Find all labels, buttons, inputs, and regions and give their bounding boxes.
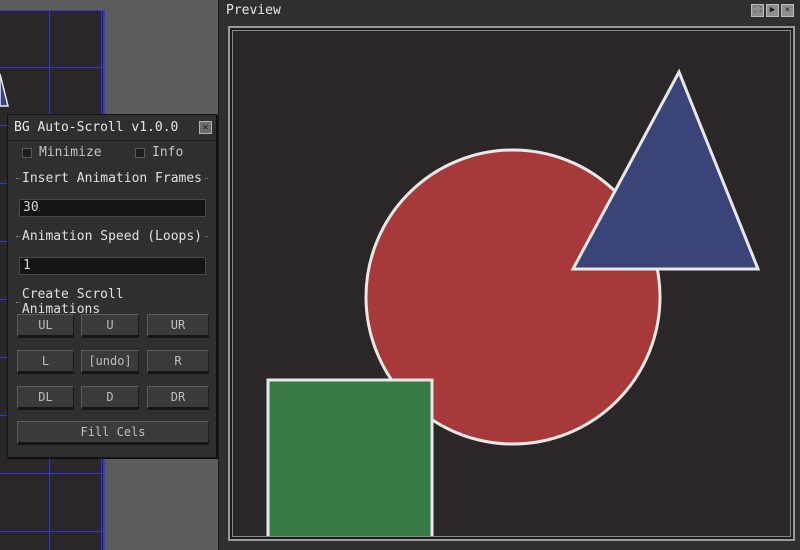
info-checkbox[interactable] [135,147,145,158]
scroll-section-label: Create Scroll Animations [21,287,124,317]
frames-section-label: Insert Animation Frames [22,171,203,186]
scroll-down-button[interactable]: D [81,386,139,410]
preview-frame [228,26,795,541]
scroll-down-left-button[interactable]: DL [17,386,74,410]
minimize-checkbox-row[interactable]: Minimize [22,145,102,160]
scroll-right-button[interactable]: R [147,350,209,374]
section-divider [16,301,20,303]
preview-titlebar[interactable]: Preview ⛶ ▶ ✕ [219,0,800,20]
section-divider [205,178,208,179]
scroll-up-right-button[interactable]: UR [147,314,209,338]
scroll-up-button[interactable]: U [81,314,139,338]
section-divider [205,236,208,237]
section-divider [16,178,20,179]
undo-button[interactable]: [undo] [81,350,139,374]
speed-section-label: Animation Speed (Loops) [22,229,203,244]
fullscreen-icon[interactable]: ⛶ [751,3,764,17]
close-icon[interactable]: ✕ [781,3,794,17]
bg-auto-scroll-dialog: BG Auto-Scroll v1.0.0 ✕ Minimize Info In… [7,114,217,458]
scroll-left-button[interactable]: L [17,350,74,374]
section-divider [16,236,20,237]
grid-top-line [0,10,105,11]
minimize-checkbox[interactable] [22,147,32,158]
play-icon[interactable]: ▶ [766,3,779,17]
dialog-titlebar[interactable]: BG Auto-Scroll v1.0.0 ✕ [8,115,216,141]
preview-title: Preview [226,2,281,18]
scroll-section-header: Create Scroll Animations [16,287,208,317]
info-checkbox-row[interactable]: Info [135,145,183,160]
dialog-title: BG Auto-Scroll v1.0.0 [14,120,179,135]
blue-triangle-shape [570,68,761,271]
frames-input[interactable]: 30 [19,199,206,217]
minimize-label: Minimize [39,145,102,160]
preview-panel: Preview ⛶ ▶ ✕ [218,0,800,550]
scroll-up-left-button[interactable]: UL [17,314,74,338]
scroll-down-right-button[interactable]: DR [147,386,209,410]
info-label: Info [152,145,184,160]
speed-input[interactable]: 1 [19,257,206,275]
speed-section-header: Animation Speed (Loops) [16,229,208,244]
frames-section-header: Insert Animation Frames [16,171,208,186]
close-icon[interactable]: ✕ [199,121,212,134]
green-square-shape [266,378,434,536]
preview-artwork [266,68,761,536]
fill-cels-button[interactable]: Fill Cels [17,421,209,445]
preview-window-controls: ⛶ ▶ ✕ [751,3,794,17]
preview-canvas [232,30,791,537]
